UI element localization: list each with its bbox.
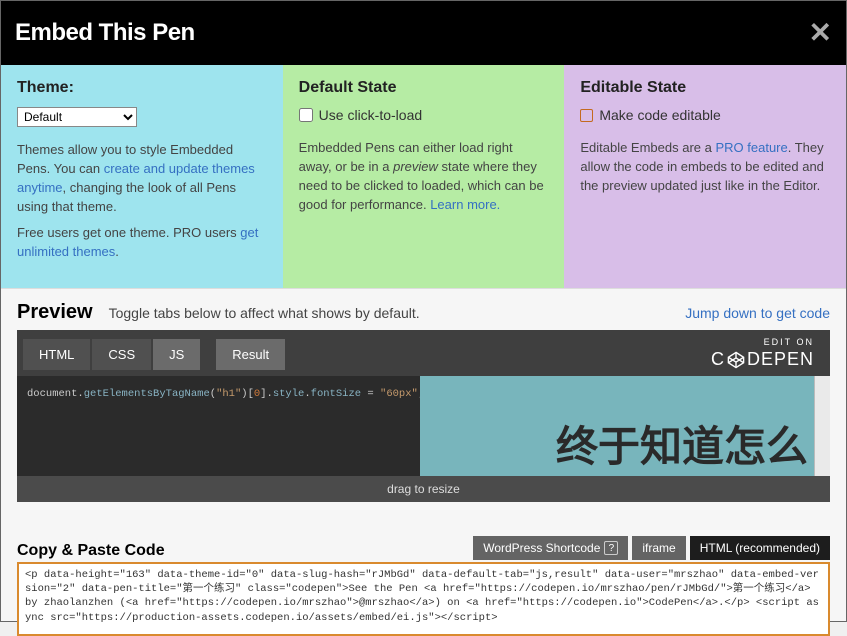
embed-code-box[interactable]: <p data-height="163" data-theme-id="0" d… (17, 562, 830, 636)
click-to-load-checkbox[interactable] (299, 108, 313, 122)
modal-title: Embed This Pen (15, 19, 195, 47)
tab-iframe[interactable]: iframe (632, 536, 685, 560)
text: . (115, 244, 119, 259)
drag-resize-bar[interactable]: drag to resize (17, 476, 830, 502)
preview-header: Preview Toggle tabs below to affect what… (1, 289, 846, 330)
jump-to-code-link[interactable]: Jump down to get code (685, 305, 830, 321)
text: Editable Embeds are a (580, 140, 715, 155)
preview-tabs: HTML CSS JS Result (23, 339, 285, 370)
codepen-cube-icon (727, 351, 745, 369)
click-to-load-row: Use click-to-load (299, 107, 549, 123)
theme-heading: Theme: (17, 79, 267, 97)
default-state-heading: Default State (299, 79, 549, 97)
logo-depen: DEPEN (747, 349, 814, 370)
theme-description-1: Themes allow you to style Embedded Pens.… (17, 141, 267, 216)
tab-result[interactable]: Result (216, 339, 285, 370)
edit-on-label: EDIT ON (711, 338, 814, 347)
make-editable-row: Make code editable (580, 107, 830, 123)
tab-html-recommended[interactable]: HTML (recommended) (690, 536, 830, 560)
copy-paste-header: Copy & Paste Code WordPress Shortcode ? … (1, 502, 846, 560)
result-pane[interactable]: 终于知道怎么 (420, 376, 815, 476)
close-icon[interactable]: ✕ (809, 19, 832, 47)
code-pane[interactable]: document.getElementsByTagName("h1")[0].s… (17, 376, 420, 476)
tab-wordpress-label: WordPress Shortcode (483, 541, 600, 555)
click-to-load-label: Use click-to-load (319, 107, 422, 123)
options-panels: Theme: Default Themes allow you to style… (1, 65, 846, 289)
embed-modal: Embed This Pen ✕ Theme: Default Themes a… (0, 0, 847, 622)
make-editable-checkbox[interactable] (580, 109, 593, 122)
preview-area: HTML CSS JS Result EDIT ON C DEPEN (17, 330, 830, 502)
modal-header: Embed This Pen ✕ (1, 1, 846, 65)
tab-html[interactable]: HTML (23, 339, 90, 370)
panel-default-state: Default State Use click-to-load Embedded… (283, 65, 565, 288)
editable-state-description: Editable Embeds are a PRO feature. They … (580, 139, 830, 196)
preview-split: document.getElementsByTagName("h1")[0].s… (17, 376, 830, 476)
tab-css[interactable]: CSS (92, 339, 151, 370)
tab-wordpress[interactable]: WordPress Shortcode ? (473, 536, 628, 560)
tab-js[interactable]: JS (153, 339, 200, 370)
logo-c: C (711, 349, 725, 370)
link-pro-feature[interactable]: PRO feature (715, 140, 787, 155)
panel-editable-state: Editable State Make code editable Editab… (564, 65, 846, 288)
text: Free users get one theme. PRO users (17, 225, 240, 240)
copy-paste-heading: Copy & Paste Code (17, 542, 165, 560)
preview-toolbar: HTML CSS JS Result EDIT ON C DEPEN (17, 330, 830, 376)
codepen-logo: C DEPEN (711, 349, 814, 370)
codepen-branding[interactable]: EDIT ON C DEPEN (711, 338, 814, 370)
panel-theme: Theme: Default Themes allow you to style… (1, 65, 283, 288)
preview-header-left: Preview Toggle tabs below to affect what… (17, 301, 420, 324)
default-state-description: Embedded Pens can either load right away… (299, 139, 549, 214)
theme-select[interactable]: Default (17, 107, 137, 127)
preview-heading: Preview (17, 301, 93, 324)
preview-subtitle: Toggle tabs below to affect what shows b… (109, 305, 420, 321)
scrollbar-vertical[interactable] (814, 376, 830, 476)
help-icon[interactable]: ? (604, 541, 618, 555)
code-type-tabs: WordPress Shortcode ? iframe HTML (recom… (473, 536, 830, 560)
editable-state-heading: Editable State (580, 79, 830, 97)
text-italic: preview (393, 159, 438, 174)
theme-description-2: Free users get one theme. PRO users get … (17, 224, 267, 262)
link-learn-more[interactable]: Learn more. (430, 197, 500, 212)
make-editable-label: Make code editable (599, 107, 720, 123)
